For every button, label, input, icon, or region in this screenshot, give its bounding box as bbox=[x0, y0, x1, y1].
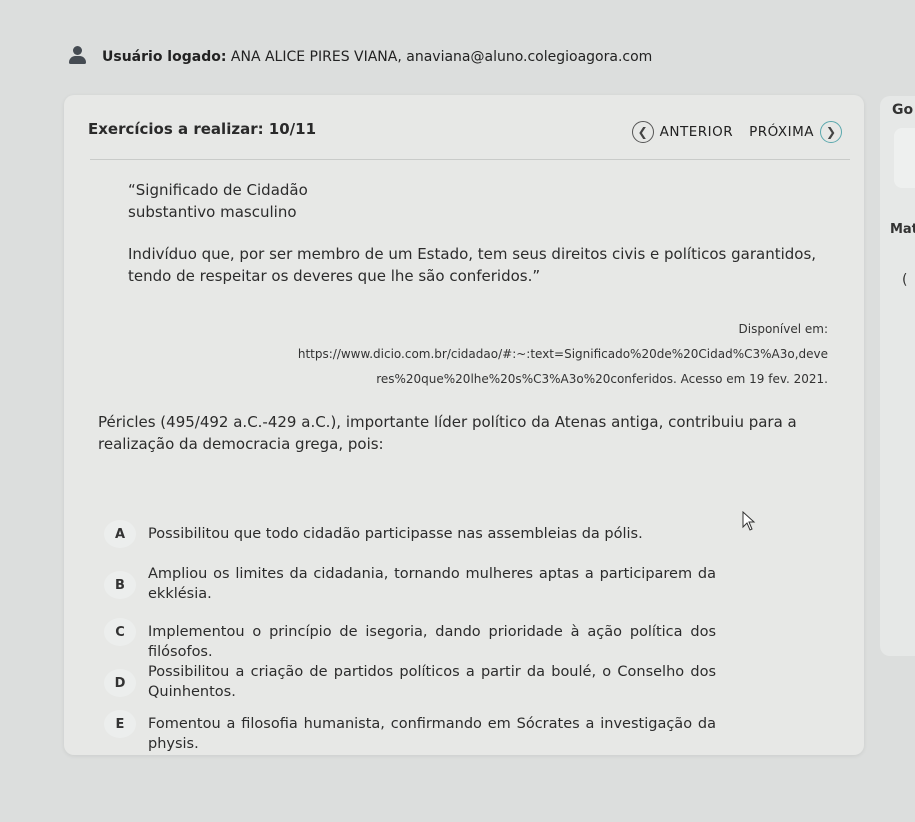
quote-title: “Significado de Cidadão bbox=[128, 181, 308, 199]
right-side-panel: Go Mat ( bbox=[880, 96, 915, 656]
previous-button[interactable]: ANTERIOR bbox=[660, 124, 733, 140]
option-letter[interactable]: D bbox=[104, 669, 136, 697]
option-text[interactable]: Fomentou a filosofia humanista, confirma… bbox=[136, 710, 716, 754]
next-button[interactable]: PRÓXIMA bbox=[749, 124, 814, 140]
source-url-line2: res%20que%20lhe%20s%C3%A3o%20conferidos.… bbox=[376, 372, 828, 386]
user-bar: Usuário logado: ANA ALICE PIRES VIANA, a… bbox=[66, 44, 652, 70]
right-panel-box[interactable] bbox=[894, 128, 915, 188]
source-url-line1: https://www.dicio.com.br/cidadao/#:~:tex… bbox=[297, 347, 828, 361]
chevron-left-icon[interactable]: ❮ bbox=[631, 121, 654, 143]
option-letter[interactable]: C bbox=[104, 618, 136, 646]
option-text[interactable]: Possibilitou que todo cidadão participas… bbox=[136, 520, 716, 544]
right-panel-subtitle: Mat bbox=[890, 222, 915, 237]
right-panel-text: ( bbox=[902, 272, 908, 288]
option-e[interactable]: E Fomentou a filosofia humanista, confir… bbox=[104, 710, 716, 754]
user-info: Usuário logado: ANA ALICE PIRES VIANA, a… bbox=[102, 49, 652, 65]
quote-block: “Significado de Cidadão substantivo masc… bbox=[128, 179, 848, 287]
option-letter[interactable]: A bbox=[104, 520, 136, 548]
quote-subtitle: substantivo masculino bbox=[128, 203, 297, 221]
option-text[interactable]: Possibilitou a criação de partidos polít… bbox=[136, 662, 716, 702]
quote-body: Indivíduo que, por ser membro de um Esta… bbox=[128, 245, 817, 285]
option-text[interactable]: Ampliou os limites da cidadania, tornand… bbox=[136, 564, 716, 604]
option-letter[interactable]: E bbox=[104, 710, 136, 738]
card-header: Exercícios a realizar: 10/11 ❮ ANTERIOR … bbox=[64, 95, 864, 159]
user-value: ANA ALICE PIRES VIANA, anaviana@aluno.co… bbox=[230, 49, 653, 65]
source-label: Disponível em: bbox=[738, 322, 828, 336]
option-c[interactable]: C Implementou o princípio de isegoria, d… bbox=[104, 618, 716, 662]
header-divider bbox=[90, 159, 850, 160]
option-text[interactable]: Implementou o princípio de isegoria, dan… bbox=[136, 618, 716, 662]
exercise-nav: ❮ ANTERIOR PRÓXIMA ❯ bbox=[631, 121, 842, 143]
option-letter[interactable]: B bbox=[104, 571, 136, 599]
exercise-card: Exercícios a realizar: 10/11 ❮ ANTERIOR … bbox=[64, 95, 864, 755]
right-panel-title: Go bbox=[892, 102, 914, 118]
chevron-right-icon[interactable]: ❯ bbox=[820, 121, 842, 143]
source-reference: Disponível em: https://www.dicio.com.br/… bbox=[268, 317, 828, 392]
mouse-cursor-icon bbox=[742, 511, 756, 531]
option-d[interactable]: D Possibilitou a criação de partidos pol… bbox=[104, 662, 716, 702]
option-a[interactable]: A Possibilitou que todo cidadão particip… bbox=[104, 520, 716, 548]
question-text: Péricles (495/492 a.C.-429 a.C.), import… bbox=[98, 413, 797, 453]
user-icon bbox=[66, 46, 88, 68]
user-label: Usuário logado: bbox=[102, 49, 227, 65]
option-b[interactable]: B Ampliou os limites da cidadania, torna… bbox=[104, 564, 716, 604]
exercise-count: Exercícios a realizar: 10/11 bbox=[88, 120, 317, 138]
